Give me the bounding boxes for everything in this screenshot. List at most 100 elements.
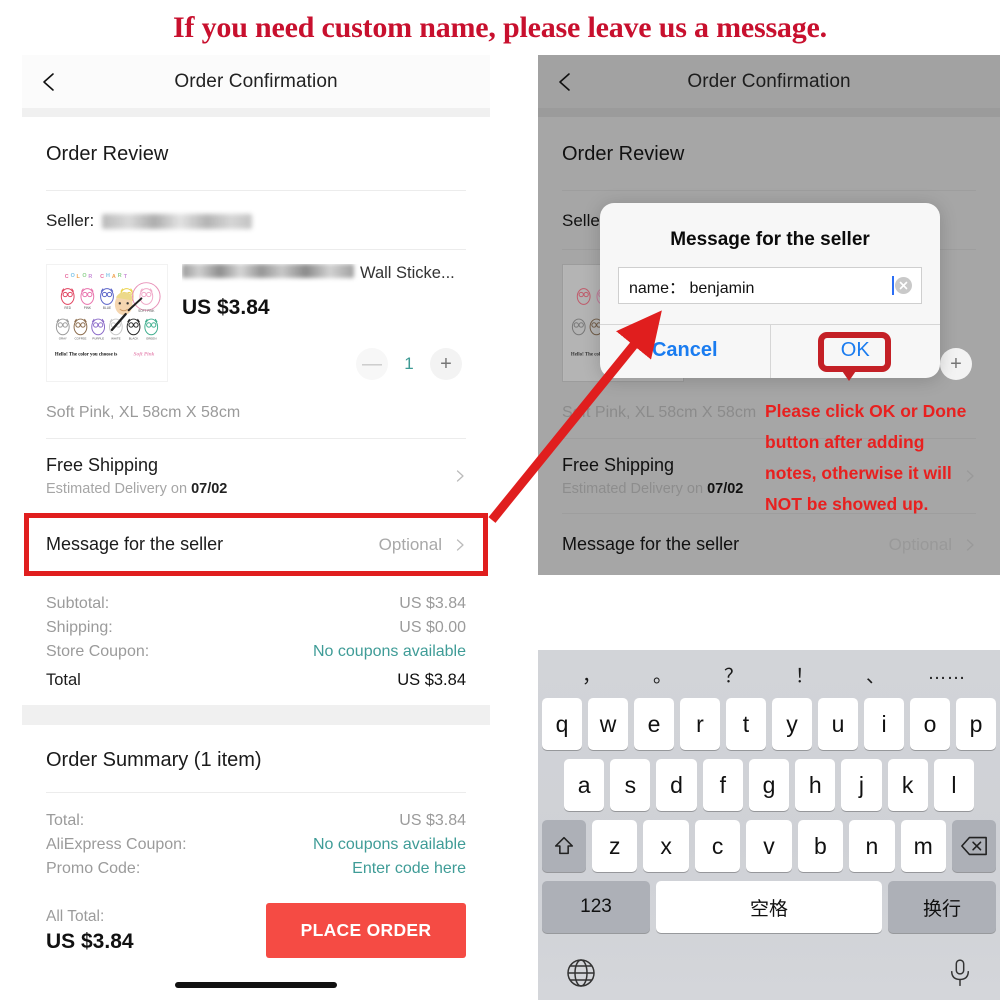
message-row-label: Message for the seller [46, 534, 224, 554]
message-for-seller-row[interactable]: Message for the seller Optional [562, 514, 976, 575]
key-p[interactable]: p [956, 698, 996, 750]
shift-up-icon[interactable] [542, 820, 587, 872]
estimate-date: 07/02 [707, 481, 744, 497]
microphone-icon[interactable] [948, 958, 972, 988]
key-x[interactable]: x [643, 820, 689, 872]
key-f[interactable]: f [702, 759, 743, 811]
page-title: Order Confirmation [687, 70, 851, 92]
key-punct[interactable]: 。 [627, 661, 698, 688]
product-row[interactable]: CO LO R CH AR T RED PINK BLUE SOFT PINK … [46, 250, 466, 390]
key-punct[interactable]: 、 [840, 661, 911, 688]
summary-line[interactable]: AliExpress Coupon: No coupons available [46, 833, 466, 857]
left-content-sheet: Order Review Seller: CO LO R CH AR T RED… [22, 117, 490, 705]
svg-text:O: O [82, 273, 86, 279]
chevron-right-icon [964, 538, 976, 551]
key-w[interactable]: w [588, 698, 628, 750]
back-icon[interactable] [38, 71, 60, 93]
key-u[interactable]: u [818, 698, 858, 750]
price-label: Store Coupon: [46, 643, 150, 660]
key-o[interactable]: o [910, 698, 950, 750]
checkout-footer: All Total: US $3.84 PLACE ORDER [46, 893, 466, 958]
product-variant: Soft Pink, XL 58cm X 58cm [46, 404, 241, 421]
message-input[interactable]: name： benjamin [618, 267, 922, 304]
svg-text:Hello! The color you choose is: Hello! The color you choose is [55, 352, 117, 357]
summary-value[interactable]: No coupons available [313, 836, 466, 854]
key-l[interactable]: l [933, 759, 974, 811]
price-value: US $3.84 [399, 595, 466, 612]
svg-text:COFFEE: COFFEE [74, 337, 86, 341]
svg-text:C: C [65, 274, 69, 280]
shipping-estimate: Estimated Delivery on 07/02 [46, 481, 454, 497]
key-q[interactable]: q [542, 698, 582, 750]
note-line: button after adding [765, 432, 925, 452]
key-punct[interactable]: ！ [769, 661, 840, 688]
key-h[interactable]: h [795, 759, 836, 811]
product-title-visible: Wall Sticke... [360, 264, 455, 282]
callout-tail [840, 368, 858, 381]
key-t[interactable]: t [726, 698, 766, 750]
estimate-prefix: Estimated Delivery on [562, 481, 708, 497]
space-key[interactable]: 空格 [656, 881, 882, 933]
price-line[interactable]: Store Coupon: No coupons available [46, 640, 466, 664]
product-info: Wall Sticke... US $3.84 — 1 + [168, 264, 466, 382]
numbers-key[interactable]: 123 [542, 881, 650, 933]
summary-value[interactable]: Enter code here [352, 860, 466, 878]
product-price: US $3.84 [182, 296, 270, 319]
key-punct[interactable]: ， [556, 661, 627, 688]
banner-text: If you need custom name, please leave us… [173, 10, 827, 44]
order-summary-heading: Order Summary (1 item) [46, 749, 262, 771]
key-s[interactable]: s [610, 759, 651, 811]
key-punct[interactable]: ？ [698, 661, 769, 688]
key-punct[interactable]: …… [911, 663, 982, 685]
total-value: US $3.84 [397, 671, 466, 689]
shipping-row[interactable]: Free Shipping Estimated Delivery on 07/0… [46, 439, 466, 513]
globe-icon[interactable] [566, 958, 596, 988]
all-total-block: All Total: US $3.84 [46, 908, 134, 954]
increment-button[interactable]: + [940, 348, 972, 380]
key-e[interactable]: e [634, 698, 674, 750]
summary-line[interactable]: Promo Code: Enter code here [46, 857, 466, 881]
key-k[interactable]: k [887, 759, 928, 811]
increment-button[interactable]: + [430, 348, 462, 380]
key-y[interactable]: y [772, 698, 812, 750]
cancel-button[interactable]: Cancel [600, 325, 770, 378]
svg-text:O: O [71, 273, 75, 279]
quantity-stepper[interactable]: — 1 + [356, 348, 462, 380]
key-m[interactable]: m [900, 820, 946, 872]
total-label: Total [46, 671, 81, 689]
key-n[interactable]: n [849, 820, 895, 872]
key-r[interactable]: r [680, 698, 720, 750]
back-icon[interactable] [554, 71, 576, 93]
key-i[interactable]: i [864, 698, 904, 750]
chevron-right-icon [454, 470, 466, 482]
quantity-stepper[interactable]: + [940, 348, 972, 380]
key-j[interactable]: j [841, 759, 882, 811]
estimate-prefix: Estimated Delivery on [46, 481, 192, 497]
right-navbar: Order Confirmation [538, 55, 1000, 108]
key-z[interactable]: z [592, 820, 638, 872]
section-gap [22, 705, 490, 725]
key-v[interactable]: v [746, 820, 792, 872]
keyboard-row-3: z x c v b n m [538, 820, 1000, 881]
product-title-redacted [182, 264, 354, 278]
decrement-button[interactable]: — [356, 348, 388, 380]
key-g[interactable]: g [748, 759, 790, 811]
svg-text:RED: RED [64, 306, 71, 310]
place-order-button[interactable]: PLACE ORDER [266, 903, 466, 958]
key-c[interactable]: c [694, 820, 741, 872]
return-key[interactable]: 换行 [888, 881, 996, 933]
message-row-value: Optional [888, 534, 952, 554]
key-b[interactable]: b [797, 820, 844, 872]
clear-circle-icon[interactable] [894, 276, 913, 295]
backspace-icon[interactable] [951, 820, 996, 872]
message-for-seller-row[interactable]: Message for the seller Optional [46, 514, 466, 575]
price-value[interactable]: No coupons available [313, 643, 466, 661]
all-total-label: All Total: [46, 907, 105, 925]
key-d[interactable]: d [656, 759, 697, 811]
instruction-banner: If you need custom name, please leave us… [0, 0, 1000, 55]
left-phone-screen: Order Confirmation Order Review Seller: … [22, 55, 490, 1000]
price-label: Subtotal: [46, 595, 110, 612]
nav-divider [22, 108, 490, 117]
seller-row[interactable]: Seller: [46, 191, 466, 249]
key-a[interactable]: a [564, 759, 605, 811]
